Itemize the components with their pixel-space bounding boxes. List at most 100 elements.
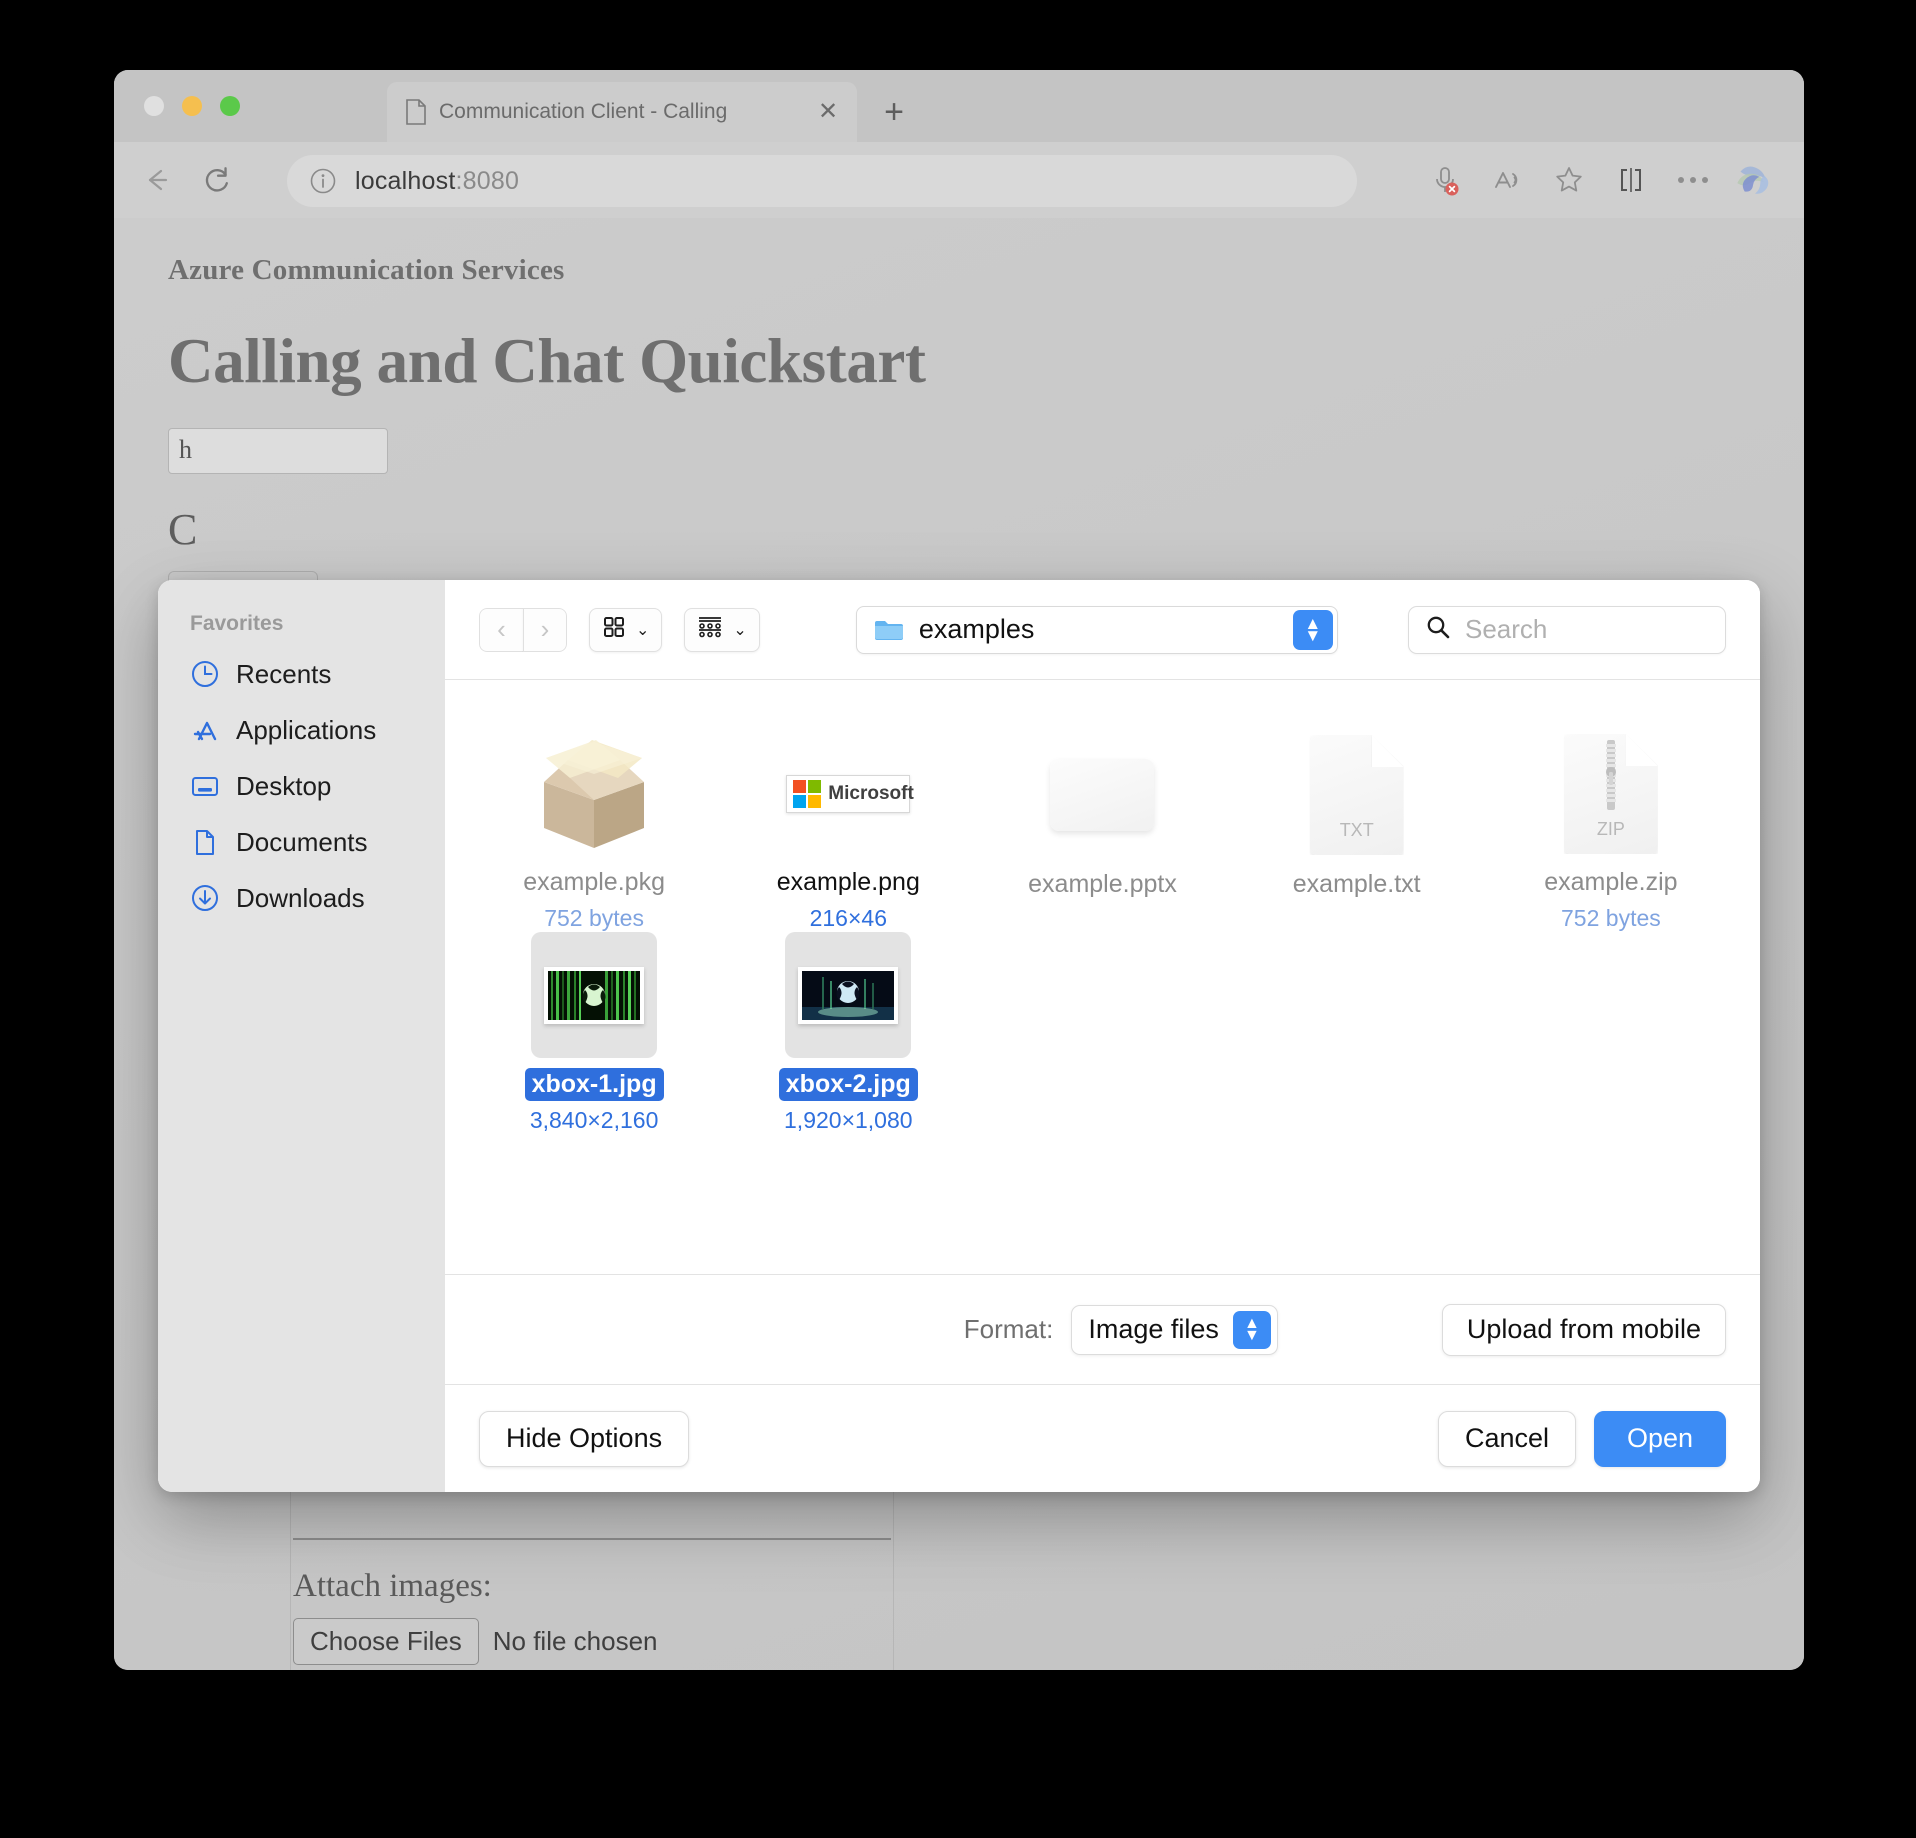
file-meta: 1,920×1,080 bbox=[784, 1107, 913, 1133]
file-input-row: Choose Files No file chosen bbox=[293, 1618, 658, 1665]
microsoft-squares bbox=[793, 780, 822, 808]
page-viewport: Azure Communication Services Calling and… bbox=[114, 218, 1804, 1670]
url-host: localhost bbox=[355, 166, 456, 195]
sidebar-section-header: Favorites bbox=[190, 612, 284, 635]
reload-icon[interactable] bbox=[194, 157, 240, 203]
choose-files-button[interactable]: Choose Files bbox=[293, 1618, 479, 1665]
sidebar-item-label: Recents bbox=[236, 658, 332, 689]
close-icon[interactable]: ✕ bbox=[813, 97, 843, 127]
dialog-back-button[interactable]: ‹ bbox=[479, 607, 523, 652]
desktop-icon bbox=[190, 771, 220, 801]
url-port: :8080 bbox=[455, 166, 520, 195]
copilot-icon[interactable] bbox=[1724, 149, 1782, 211]
dialog-sidebar: Favorites Recents Applications Desktop D… bbox=[158, 580, 445, 1492]
path-stepper-icon[interactable]: ▲ ▼ bbox=[1292, 609, 1333, 650]
dialog-main: ‹ › ⌄ ⌄ examples ▲ ▼ Search example.pkg … bbox=[445, 580, 1760, 1492]
clock-icon bbox=[190, 659, 220, 689]
file-name: example.pptx bbox=[1028, 870, 1177, 898]
split-screen-icon[interactable] bbox=[1600, 149, 1662, 211]
maximize-window-button[interactable] bbox=[220, 96, 240, 116]
png-thumbnail: Microsoft bbox=[786, 732, 914, 856]
format-stepper-icon[interactable]: ▲ ▼ bbox=[1232, 1310, 1271, 1349]
file-open-dialog: Favorites Recents Applications Desktop D… bbox=[158, 580, 1760, 1492]
file-meta: 752 bytes bbox=[1561, 905, 1661, 931]
file-item-pptx[interactable]: example.pptx bbox=[975, 732, 1229, 932]
file-meta: 216×46 bbox=[809, 905, 887, 931]
tab-title: Communication Client - Calling bbox=[439, 100, 728, 123]
path-popup-button[interactable]: examples ▲ ▼ bbox=[855, 605, 1338, 654]
document-icon bbox=[190, 827, 220, 857]
new-tab-button[interactable]: + bbox=[874, 92, 914, 132]
chevron-down-icon: ⌄ bbox=[733, 621, 747, 639]
url-bar[interactable]: localhost:8080 bbox=[287, 155, 1357, 207]
sidebar-item-label: Applications bbox=[236, 714, 377, 745]
file-item-txt[interactable]: TXT example.txt bbox=[1230, 732, 1484, 932]
download-icon bbox=[190, 883, 220, 913]
back-arrow-icon[interactable] bbox=[134, 157, 180, 203]
file-type-badge: TXT bbox=[1339, 820, 1374, 840]
file-item-png[interactable]: Microsoft example.png 216×46 bbox=[721, 732, 975, 932]
read-aloud-icon[interactable] bbox=[1476, 149, 1538, 211]
file-item-xbox-2[interactable]: xbox-2.jpg 1,920×1,080 bbox=[721, 932, 975, 1133]
navigation-segmented-control: ‹ › bbox=[479, 607, 567, 652]
file-name: example.pkg bbox=[523, 868, 665, 896]
sidebar-item-label: Desktop bbox=[236, 770, 332, 801]
file-item-xbox-1[interactable]: xbox-1.jpg 3,840×2,160 bbox=[467, 932, 721, 1133]
search-input[interactable]: Search bbox=[1408, 605, 1726, 654]
image-thumbnail bbox=[531, 932, 658, 1058]
folder-icon bbox=[873, 617, 905, 643]
grid-view-icon bbox=[602, 615, 626, 644]
sidebar-item-desktop[interactable]: Desktop bbox=[158, 758, 445, 814]
favorites-star-icon[interactable] bbox=[1538, 149, 1600, 211]
format-label: Format: bbox=[963, 1314, 1054, 1344]
divider bbox=[293, 1538, 891, 1540]
format-select[interactable]: Image files ▲ ▼ bbox=[1071, 1304, 1278, 1355]
search-icon bbox=[1425, 614, 1451, 645]
address-bar: localhost:8080 bbox=[114, 142, 1804, 218]
hide-options-button[interactable]: Hide Options bbox=[479, 1410, 690, 1467]
more-options-icon[interactable] bbox=[1662, 149, 1724, 211]
attach-images-label: Attach images: bbox=[293, 1568, 492, 1604]
info-icon[interactable] bbox=[309, 167, 337, 195]
sidebar-item-recents[interactable]: Recents bbox=[158, 646, 445, 702]
tab-strip: Communication Client - Calling ✕ + bbox=[114, 70, 1804, 142]
chevron-down-icon: ⌄ bbox=[636, 621, 650, 639]
browser-window: Communication Client - Calling ✕ + local… bbox=[114, 70, 1804, 1670]
app-store-icon bbox=[190, 715, 220, 745]
file-item-zip[interactable]: ZIP example.zip 752 bytes bbox=[1484, 732, 1738, 932]
browser-tab[interactable]: Communication Client - Calling ✕ bbox=[387, 82, 857, 142]
cancel-button[interactable]: Cancel bbox=[1437, 1410, 1576, 1467]
file-item-pkg[interactable]: example.pkg 752 bytes bbox=[467, 732, 721, 932]
file-meta: 3,840×2,160 bbox=[529, 1107, 659, 1133]
sidebar-item-downloads[interactable]: Downloads bbox=[158, 870, 445, 926]
microphone-muted-icon[interactable] bbox=[1414, 149, 1476, 211]
pptx-slide-icon bbox=[1050, 732, 1155, 858]
search-placeholder: Search bbox=[1465, 614, 1548, 644]
close-window-button[interactable] bbox=[144, 96, 164, 116]
minimize-window-button[interactable] bbox=[182, 96, 202, 116]
url-text: localhost:8080 bbox=[355, 167, 519, 196]
window-traffic-lights bbox=[144, 96, 240, 116]
file-name: example.png bbox=[776, 868, 920, 896]
group-by-button[interactable]: ⌄ bbox=[684, 607, 760, 652]
file-name: xbox-1.jpg bbox=[524, 1068, 664, 1101]
txt-document-icon: TXT bbox=[1309, 732, 1404, 858]
file-name: xbox-2.jpg bbox=[778, 1068, 918, 1101]
document-icon bbox=[405, 99, 427, 125]
file-name: example.zip bbox=[1544, 868, 1678, 896]
dialog-toolbar: ‹ › ⌄ ⌄ examples ▲ ▼ Search bbox=[445, 580, 1760, 680]
no-file-chosen-text: No file chosen bbox=[492, 1626, 658, 1656]
open-button[interactable]: Open bbox=[1594, 1410, 1726, 1467]
upload-from-mobile-button[interactable]: Upload from mobile bbox=[1441, 1303, 1726, 1356]
view-mode-button[interactable]: ⌄ bbox=[589, 607, 663, 652]
dialog-forward-button[interactable]: › bbox=[523, 607, 567, 652]
sidebar-item-applications[interactable]: Applications bbox=[158, 702, 445, 758]
browser-toolbar-icons bbox=[1414, 142, 1804, 218]
token-input[interactable]: h bbox=[168, 428, 388, 474]
format-bar: Format: Image files ▲ ▼ Upload from mobil… bbox=[445, 1274, 1760, 1384]
image-thumbnail bbox=[785, 932, 912, 1058]
sidebar-item-label: Downloads bbox=[236, 882, 365, 913]
dialog-action-bar: Hide Options Cancel Open bbox=[445, 1384, 1760, 1492]
sidebar-item-documents[interactable]: Documents bbox=[158, 814, 445, 870]
page-title: Calling and Chat Quickstart bbox=[168, 326, 926, 396]
